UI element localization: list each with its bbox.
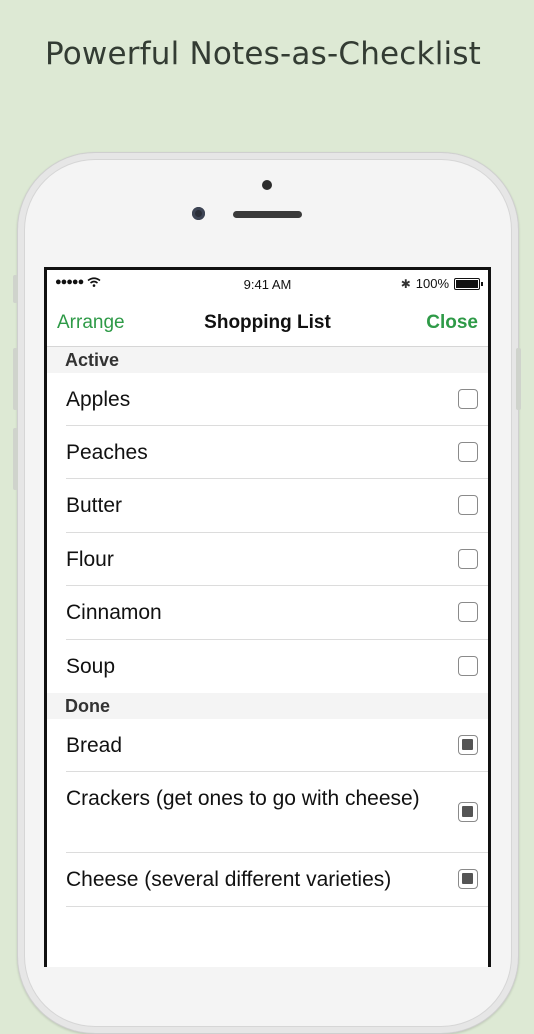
item-label: Cheese (several different varieties) <box>66 868 392 891</box>
checkbox[interactable] <box>458 442 478 462</box>
checkbox[interactable] <box>458 656 478 676</box>
status-bar: ●●●●● 9:41 AM ✱ 100% <box>47 270 488 298</box>
list-item[interactable]: Cheese (several different varieties) <box>47 853 488 907</box>
item-label: Bread <box>66 734 123 757</box>
status-right: ✱ 100% <box>400 276 483 291</box>
proximity-sensor <box>262 180 272 190</box>
section-header-active: Active <box>47 347 488 373</box>
volume-down-button <box>13 428 18 490</box>
item-label: Crackers (get ones to go with cheese) <box>66 787 420 810</box>
row-divider <box>66 906 488 907</box>
app-screen: ●●●●● 9:41 AM ✱ 100% Arrange Shopping Li… <box>47 270 488 967</box>
item-label: Peaches <box>66 441 148 464</box>
list-item[interactable]: Apples <box>47 373 488 426</box>
navigation-bar: Arrange Shopping List Close <box>47 298 488 347</box>
page-title: Shopping List <box>204 312 331 333</box>
list-item[interactable]: Peaches <box>47 426 488 479</box>
volume-up-button <box>13 348 18 410</box>
section-header-done: Done <box>47 693 488 719</box>
battery-percent: 100% <box>415 276 449 291</box>
item-label: Apples <box>66 388 131 411</box>
close-button[interactable]: Close <box>426 312 478 334</box>
checkbox[interactable] <box>458 549 478 569</box>
checkbox-checked[interactable] <box>458 735 478 755</box>
item-label: Cinnamon <box>66 601 162 624</box>
headline: Powerful Notes-as-Checklist <box>44 36 482 72</box>
item-label: Flour <box>66 548 114 571</box>
item-label: Soup <box>66 655 116 678</box>
checkbox[interactable] <box>458 602 478 622</box>
power-button <box>516 348 521 410</box>
checkbox[interactable] <box>458 389 478 409</box>
checkbox-checked[interactable] <box>458 802 478 822</box>
bluetooth-icon: ✱ <box>400 276 411 291</box>
list-item[interactable]: Bread <box>47 719 488 772</box>
list-item[interactable]: Crackers (get ones to go with cheese) <box>47 772 488 853</box>
battery-icon <box>454 277 483 290</box>
earpiece-speaker <box>233 211 302 218</box>
list-item[interactable]: Butter <box>47 479 488 533</box>
front-camera <box>192 207 205 220</box>
list-item[interactable]: Cinnamon <box>47 586 488 640</box>
list-item[interactable]: Soup <box>47 640 488 693</box>
list-item[interactable]: Flour <box>47 533 488 586</box>
checkbox-checked[interactable] <box>458 869 478 889</box>
phone-screen: ●●●●● 9:41 AM ✱ 100% Arrange Shopping Li… <box>44 267 491 967</box>
mute-switch <box>13 275 18 303</box>
checkbox[interactable] <box>458 495 478 515</box>
item-label: Butter <box>66 494 123 517</box>
